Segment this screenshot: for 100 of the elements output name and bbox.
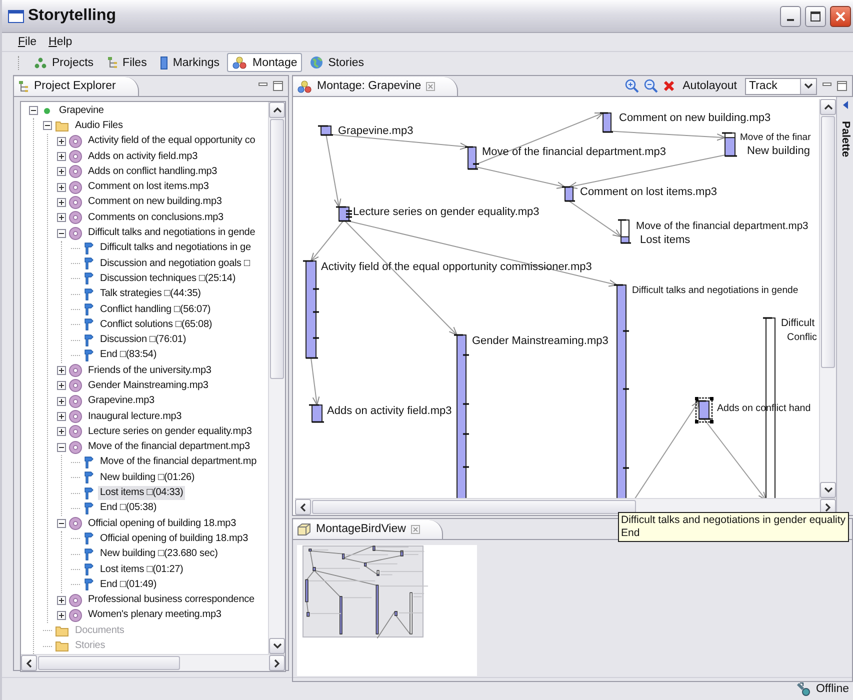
scroll-thumb[interactable] [38, 656, 180, 670]
expand-icon[interactable] [57, 182, 66, 192]
minimap-drawing[interactable] [297, 545, 477, 676]
scroll-down-button[interactable] [269, 638, 285, 654]
scroll-left-button[interactable] [21, 655, 37, 671]
expand-icon[interactable] [57, 213, 66, 222]
horizontal-scrollbar[interactable] [21, 654, 285, 671]
perspective-button[interactable]: Markings [154, 53, 224, 72]
maximize-icon[interactable] [837, 81, 847, 91]
tree-item[interactable]: Discussion □(76:01) [98, 333, 188, 348]
close-icon[interactable] [426, 82, 436, 90]
clip-bar[interactable] [317, 125, 334, 136]
clip-bar[interactable] [617, 219, 632, 244]
tree-item[interactable]: Discussion techniques □(25:14) [98, 272, 238, 286]
tree-item[interactable]: Audio Files [73, 118, 125, 133]
close-icon[interactable] [410, 524, 420, 534]
expand-icon[interactable] [57, 610, 66, 620]
tree-item[interactable]: Difficult talks and negotiations in gende [86, 226, 258, 240]
horizontal-scrollbar[interactable] [295, 498, 836, 515]
maximize-icon[interactable] [273, 81, 283, 91]
expand-icon[interactable] [57, 136, 66, 146]
tree-item[interactable]: New building □(01:26) [98, 470, 197, 485]
bird-view-tab[interactable]: MontageBirdView [293, 520, 443, 538]
collapse-arrow-icon[interactable] [842, 101, 848, 109]
tree-item[interactable]: Move of the financial department.mp [98, 455, 259, 470]
expand-icon[interactable] [57, 167, 66, 176]
expand-icon[interactable] [57, 152, 66, 162]
perspective-button[interactable]: Montage [227, 53, 302, 72]
clip-bar[interactable] [599, 112, 614, 133]
menu-item[interactable]: File [18, 36, 37, 48]
perspective-button[interactable]: Projects [29, 53, 99, 72]
expand-icon[interactable] [57, 381, 66, 390]
tree-item[interactable]: Official opening of building 18.mp3 [98, 532, 250, 546]
scroll-thumb[interactable] [270, 119, 284, 379]
autolayout-button[interactable]: Autolayout [680, 80, 740, 92]
vertical-scrollbar[interactable] [268, 102, 285, 654]
clip-bar[interactable] [721, 132, 738, 157]
scroll-thumb[interactable] [821, 116, 835, 368]
expand-icon[interactable] [57, 412, 66, 422]
maximize-button[interactable] [805, 6, 826, 26]
scroll-up-button[interactable] [820, 99, 836, 115]
scroll-up-button[interactable] [269, 102, 285, 118]
tree-item[interactable]: Lost items □(01:27) [98, 562, 186, 577]
scroll-left-button[interactable] [295, 499, 311, 515]
tree-item[interactable]: Adds on activity field.mp3 [86, 150, 200, 164]
tree-item[interactable]: Activity field of the equal opportunity co [86, 134, 258, 148]
selection-handles[interactable] [695, 397, 714, 424]
tree-item[interactable]: Grapevine.mp3 [86, 394, 156, 408]
tree-item[interactable]: End □(05:38) [98, 501, 158, 516]
tree-item[interactable]: Friends of the university.mp3 [86, 364, 214, 378]
collapse-icon[interactable] [57, 442, 66, 452]
editor-tab[interactable]: Montage: Grapevine [293, 76, 458, 96]
tree-item[interactable]: New building □(23.680 sec) [98, 547, 220, 562]
scroll-right-button[interactable] [269, 655, 285, 671]
tree-item[interactable]: Talk strategies □(44:35) [98, 287, 203, 302]
tree-item[interactable]: Move of the financial department.mp3 [86, 440, 252, 454]
clip-bar[interactable] [695, 400, 712, 420]
tree-item[interactable]: Gender Mainstreaming.mp3 [86, 378, 210, 393]
collapse-icon[interactable] [43, 121, 52, 130]
tree-item[interactable]: Lost items □(04:33) [98, 486, 186, 500]
tree-item[interactable]: Inaugural lecture.mp3 [86, 410, 184, 424]
clip-bar[interactable] [614, 284, 629, 500]
collapse-icon[interactable] [57, 228, 66, 238]
clip-bar[interactable] [308, 404, 325, 423]
perspective-button[interactable]: Files [102, 53, 152, 72]
delete-icon[interactable] [662, 80, 675, 92]
vertical-scrollbar[interactable] [819, 99, 836, 498]
zoom-in-icon[interactable] [624, 79, 639, 93]
expand-icon[interactable] [57, 198, 66, 207]
clip-bar[interactable] [464, 146, 479, 170]
tree-item[interactable]: Women's plenary meeting.mp3 [86, 608, 224, 622]
tree-item[interactable]: Comment on lost items.mp3 [86, 180, 211, 194]
collapse-icon[interactable] [57, 519, 66, 528]
tree-item[interactable]: Grapevine [57, 104, 106, 118]
scroll-down-button[interactable] [820, 482, 836, 498]
collapse-icon[interactable] [29, 106, 38, 116]
minimize-button[interactable] [780, 6, 801, 26]
tree-item[interactable]: Comments on conclusions.mp3 [86, 210, 226, 225]
tree-item[interactable]: Conflict handling □(56:07) [98, 302, 213, 316]
expand-icon[interactable] [57, 596, 66, 605]
palette-bar[interactable]: Palette [836, 97, 853, 515]
tree-item[interactable]: Difficult talks and negotiations in ge [98, 241, 253, 256]
clip-bar[interactable] [454, 334, 469, 500]
expand-icon[interactable] [57, 427, 66, 436]
scroll-thumb[interactable] [312, 500, 636, 514]
zoom-out-icon[interactable] [644, 79, 658, 93]
clip-bar[interactable] [335, 206, 352, 222]
tree-item[interactable]: Lecture series on gender equality.mp3 [86, 424, 254, 439]
clip-bar[interactable] [302, 260, 319, 359]
tree-item[interactable]: Professional business correspondence [86, 593, 256, 608]
clip-bar[interactable] [561, 186, 576, 202]
tree-item[interactable]: Comment on new building.mp3 [86, 195, 224, 210]
view-mode-dropdown[interactable]: Track [745, 78, 817, 94]
tree-item[interactable]: End □(01:49) [98, 578, 158, 592]
tree-item[interactable]: Official opening of building 18.mp3 [86, 516, 238, 531]
perspective-button[interactable]: Stories [305, 53, 370, 72]
panel-tab[interactable]: Project Explorer [14, 76, 139, 96]
expand-icon[interactable] [57, 396, 66, 406]
tree-item[interactable]: Discussion and negotiation goals □ [98, 256, 252, 271]
tree-item[interactable]: End □(83:54) [98, 348, 158, 362]
